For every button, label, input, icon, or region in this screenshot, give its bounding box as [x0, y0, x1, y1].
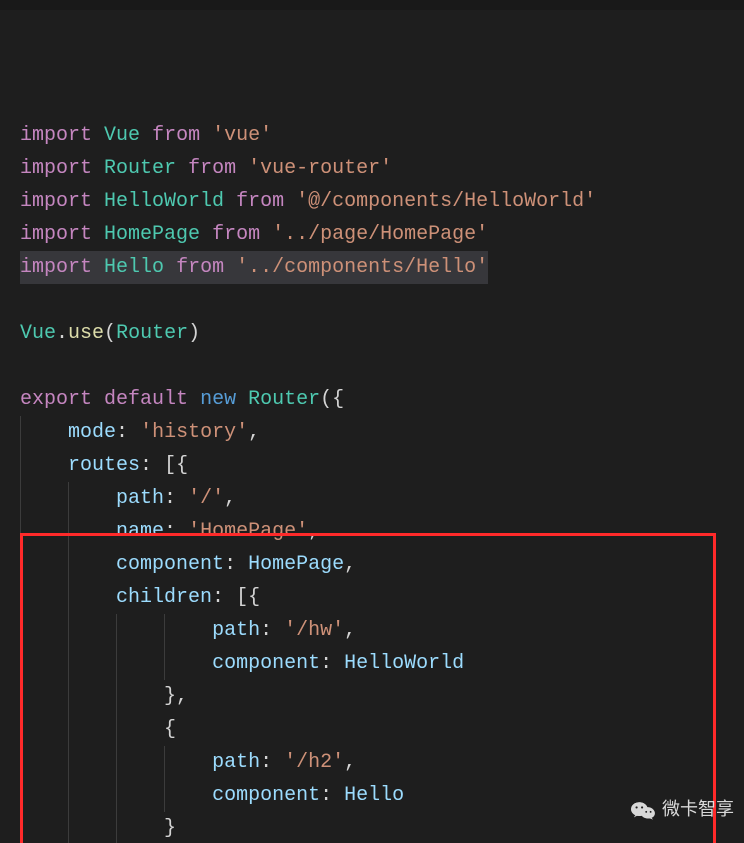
code-line[interactable]: path: '/h2',	[20, 746, 724, 779]
code-line[interactable]: import Vue from 'vue'	[20, 119, 724, 152]
string-token: '/'	[188, 487, 224, 510]
type-token: HelloWorld	[104, 190, 224, 213]
property-token: component	[212, 784, 320, 807]
property-token: routes	[68, 454, 140, 477]
punct-token: ,	[344, 619, 356, 642]
punct-token: ,	[344, 751, 356, 774]
string-token: '@/components/HelloWorld'	[296, 190, 596, 213]
keyword-token: export	[20, 388, 92, 411]
string-token: '/hw'	[284, 619, 344, 642]
code-line[interactable]: {	[20, 713, 724, 746]
punct-token: :	[320, 784, 332, 807]
property-token: path	[212, 619, 260, 642]
property-token: path	[116, 487, 164, 510]
property-token: component	[116, 553, 224, 576]
code-area[interactable]: import Vue from 'vue'import Router from …	[20, 119, 724, 843]
property-token: name	[116, 520, 164, 543]
punct-token: )	[188, 322, 200, 345]
punct-token: :	[164, 487, 176, 510]
type-token: Vue	[20, 322, 56, 345]
punct-token: (	[104, 322, 116, 345]
punct-token: ({	[320, 388, 344, 411]
type-token: Router	[116, 322, 188, 345]
code-line[interactable]: Vue.use(Router)	[20, 317, 724, 350]
type-token: HomePage	[104, 223, 200, 246]
punct-token: }	[164, 817, 176, 840]
punct-token: ,	[344, 553, 356, 576]
string-token: 'vue-router'	[248, 157, 392, 180]
code-line[interactable]	[20, 284, 724, 317]
punct-token: ,	[248, 421, 260, 444]
type-token: Vue	[104, 124, 140, 147]
string-token: '../components/Hello'	[236, 256, 488, 279]
identifier-token: Hello	[344, 784, 404, 807]
keyword-token: import	[20, 190, 92, 213]
keyword-token: import	[20, 223, 92, 246]
keyword-token: from	[152, 124, 200, 147]
punct-token: },	[164, 685, 188, 708]
punct-token: :	[140, 454, 152, 477]
code-line[interactable]: path: '/hw',	[20, 614, 724, 647]
code-line[interactable]: import HelloWorld from '@/components/Hel…	[20, 185, 724, 218]
keyword-token: from	[188, 157, 236, 180]
property-token: mode	[68, 421, 116, 444]
code-line[interactable]: component: HomePage,	[20, 548, 724, 581]
tab-bar	[0, 0, 744, 10]
code-line[interactable]	[20, 350, 724, 383]
type-token: Router	[104, 157, 176, 180]
function-token: use	[68, 322, 104, 345]
punct-token: :	[224, 553, 236, 576]
property-token: component	[212, 652, 320, 675]
keyword-token: from	[212, 223, 260, 246]
punct-token: ,	[308, 520, 320, 543]
property-token: path	[212, 751, 260, 774]
string-token: '/h2'	[284, 751, 344, 774]
code-line[interactable]: children: [{	[20, 581, 724, 614]
punct-token: [{	[236, 586, 260, 609]
code-line[interactable]: import HomePage from '../page/HomePage'	[20, 218, 724, 251]
code-line[interactable]: path: '/',	[20, 482, 724, 515]
punct-token: :	[212, 586, 224, 609]
code-line[interactable]: }	[20, 812, 724, 843]
keyword-token: import	[20, 124, 92, 147]
identifier-token: HelloWorld	[344, 652, 464, 675]
code-line[interactable]: export default new Router({	[20, 383, 724, 416]
string-token: 'vue'	[212, 124, 272, 147]
code-editor[interactable]: import Vue from 'vue'import Router from …	[0, 0, 744, 843]
string-token: '../page/HomePage'	[272, 223, 488, 246]
punct-token: [{	[164, 454, 188, 477]
string-token: 'HomePage'	[188, 520, 308, 543]
code-line[interactable]: routes: [{	[20, 449, 724, 482]
code-line[interactable]: import Router from 'vue-router'	[20, 152, 724, 185]
punct-token: :	[260, 619, 272, 642]
punct-token: ,	[224, 487, 236, 510]
punct-token: :	[320, 652, 332, 675]
keyword-token: new	[200, 388, 236, 411]
punct-token: :	[164, 520, 176, 543]
punct-token: :	[260, 751, 272, 774]
code-line[interactable]: component: HelloWorld	[20, 647, 724, 680]
keyword-token: from	[236, 190, 284, 213]
keyword-token: import	[20, 157, 92, 180]
punct-token: :	[116, 421, 128, 444]
punct-token: .	[56, 322, 68, 345]
code-line[interactable]: mode: 'history',	[20, 416, 724, 449]
type-token: Hello	[104, 256, 164, 279]
string-token: 'history'	[140, 421, 248, 444]
type-token: Router	[248, 388, 320, 411]
property-token: children	[116, 586, 212, 609]
code-line[interactable]: name: 'HomePage',	[20, 515, 724, 548]
keyword-token: from	[176, 256, 224, 279]
identifier-token: HomePage	[248, 553, 344, 576]
keyword-token: default	[104, 388, 188, 411]
keyword-token: import	[20, 256, 92, 279]
code-line[interactable]: },	[20, 680, 724, 713]
code-line[interactable]: component: Hello	[20, 779, 724, 812]
code-line[interactable]: import Hello from '../components/Hello'	[20, 251, 724, 284]
punct-token: {	[164, 718, 176, 741]
